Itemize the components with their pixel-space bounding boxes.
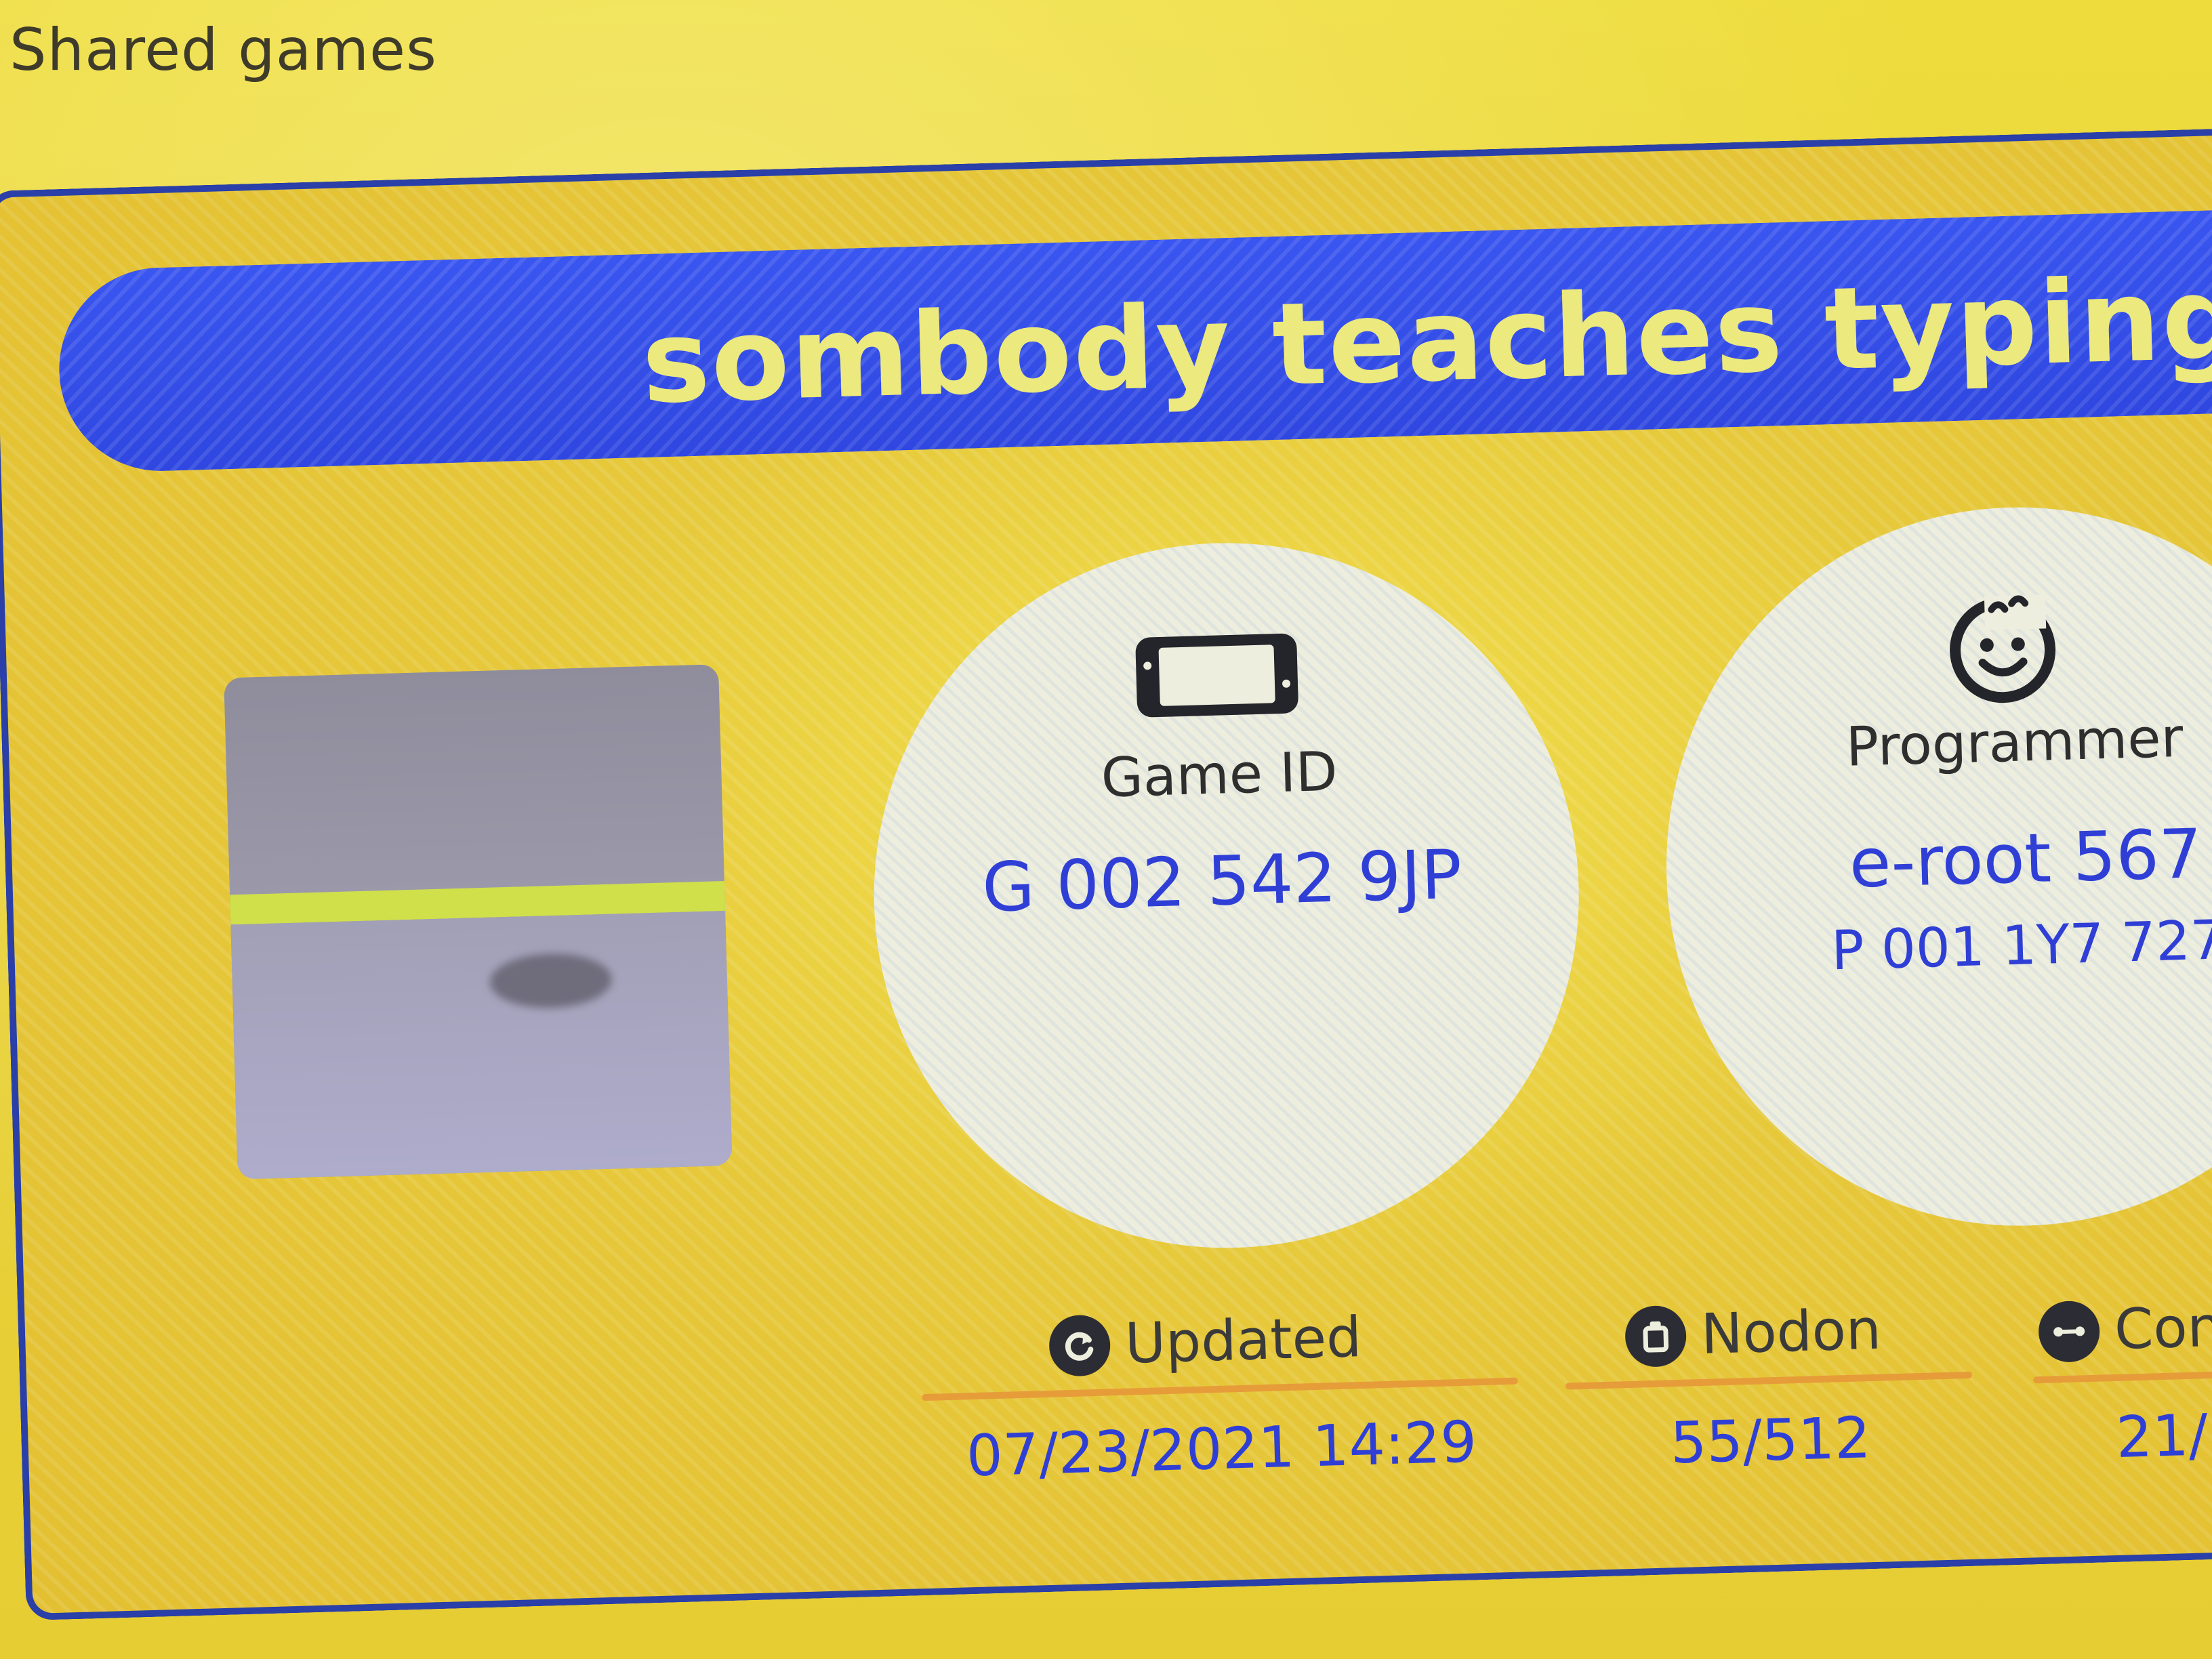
thumbnail-top-screen [224, 664, 724, 895]
smiley-face-icon [1950, 594, 2056, 703]
programmer-id: P 001 1Y7 727 [1830, 908, 2212, 983]
game-id-value: G 002 542 9JP [981, 834, 1463, 928]
stat-connections-value: 21/1 [2115, 1400, 2212, 1471]
connection-icon [2037, 1300, 2101, 1363]
nodon-icon [1624, 1305, 1687, 1368]
game-id-label: Game ID [1100, 739, 1338, 810]
stat-nodon-label: Nodon [1700, 1297, 1883, 1367]
game-title: sombody teaches typing [640, 251, 2212, 430]
game-id-panel: Game ID G 002 542 9JP [864, 533, 1589, 1258]
stat-updated-underline [922, 1377, 1519, 1401]
programmer-name[interactable]: e-root 567 [1848, 814, 2203, 903]
stat-connections-underline [2033, 1365, 2212, 1384]
title-banner: sombody teaches typing [56, 206, 2212, 474]
refresh-icon [1048, 1313, 1111, 1377]
stat-updated-value: 07/23/2021 14:29 [965, 1408, 1478, 1490]
console-icon [1135, 633, 1298, 718]
programmer-label: Programmer [1845, 705, 2184, 779]
section-title: Shared games [9, 16, 437, 84]
stat-connections: Conn 21/1 [2031, 1289, 2212, 1473]
stat-nodon: Nodon 55/512 [1563, 1295, 1975, 1479]
game-card[interactable]: sombody teaches typing Game ID G 002 542… [0, 128, 2212, 1621]
stat-updated-label: Updated [1124, 1305, 1363, 1376]
thumbnail-bottom-screen [230, 910, 733, 1180]
stat-updated: Updated 07/23/2021 14:29 [920, 1301, 1521, 1490]
stat-connections-label: Conn [2113, 1294, 2212, 1362]
programmer-panel[interactable]: Programmer e-root 567 P 001 1Y7 727 [1656, 497, 2212, 1235]
game-thumbnail[interactable] [224, 664, 733, 1180]
stat-nodon-underline [1565, 1371, 1973, 1390]
stat-nodon-value: 55/512 [1669, 1404, 1872, 1477]
